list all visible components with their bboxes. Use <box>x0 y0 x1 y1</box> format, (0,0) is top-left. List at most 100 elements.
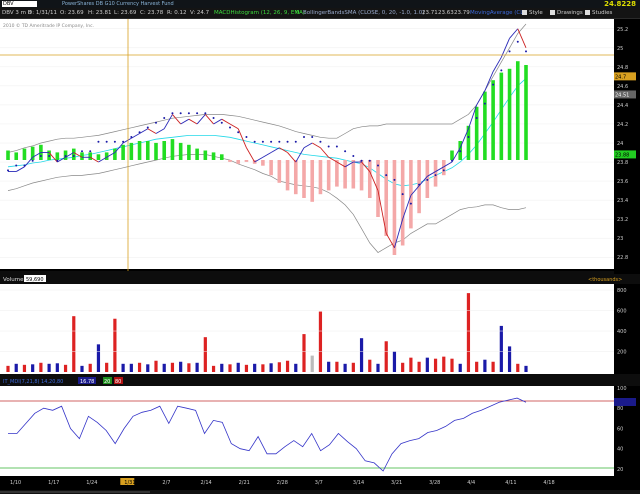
macd-bar <box>450 150 454 160</box>
volume-title: Volume <box>3 277 24 283</box>
os-level-value: 20 <box>104 379 110 385</box>
macd-bar <box>269 160 273 176</box>
oscillator-tick-label: 100 <box>617 386 627 392</box>
macd-bar <box>285 160 290 191</box>
price-tick-label: 24.4 <box>617 103 628 109</box>
psar-dot <box>492 83 495 86</box>
psar-dot <box>15 164 18 167</box>
macd-bar <box>121 144 125 160</box>
macd-bar <box>400 160 405 246</box>
price-tick-label: 23 <box>617 236 623 242</box>
psar-dot <box>360 159 363 162</box>
price-tag-label: 24.7 <box>615 74 626 80</box>
volume-tick-label: 800 <box>617 288 627 294</box>
psar-dot <box>187 112 190 115</box>
price-axis: 25.2 25 24.8 24.6 24.4 24.2 24 23.8 23.6 23.4 23.2… <box>614 19 640 271</box>
time-tick-label: 1/24 <box>86 480 97 486</box>
volume-bar <box>203 337 207 372</box>
psar-dot <box>319 140 322 143</box>
volume-bar <box>228 364 232 372</box>
price-tick-label: 24.8 <box>617 65 628 71</box>
macd-bar <box>145 141 150 160</box>
volume-bar <box>31 364 35 372</box>
scrollbar-thumb[interactable] <box>0 491 150 493</box>
psar-dot <box>146 126 149 129</box>
volume-bar <box>442 356 446 372</box>
psar-dot <box>48 155 51 158</box>
volume-value: 59,690 <box>26 277 44 283</box>
volume-bar <box>524 365 528 372</box>
psar-dot <box>122 140 125 143</box>
psar-dot <box>475 116 478 119</box>
macd-bar <box>30 146 35 160</box>
psar-dot <box>204 112 207 115</box>
volume-bar <box>39 362 43 372</box>
psar-dot <box>401 193 404 196</box>
volume-bar <box>47 363 51 372</box>
volume-bar <box>80 365 84 372</box>
macd-bar <box>129 142 134 160</box>
psar-dot <box>311 136 314 138</box>
psar-dot <box>516 40 519 43</box>
macd-bar <box>499 72 504 160</box>
time-tick-label: 3/21 <box>391 480 402 486</box>
volume-bar <box>88 363 92 372</box>
oscillator-axis: 100 80 60 40 20 <box>614 386 640 476</box>
psar-dot <box>352 155 355 158</box>
volume-bar <box>351 362 355 372</box>
psar-dot <box>220 121 223 124</box>
time-tick-label: 4/11 <box>505 480 516 486</box>
volume-bar <box>261 364 265 372</box>
psar-dot <box>56 159 59 162</box>
price-tick-label: 24.6 <box>617 84 628 90</box>
time-tick-label: 2/21 <box>239 480 250 486</box>
volume-bar <box>154 360 158 372</box>
volume-bar <box>368 359 372 372</box>
macd-bar <box>318 160 323 195</box>
psar-dot <box>97 140 100 143</box>
price-tick-label: 23.4 <box>617 198 628 204</box>
psar-dot <box>418 183 421 186</box>
volume-bar <box>137 362 142 372</box>
macd-bar <box>195 148 199 160</box>
volume-panel-bg <box>0 284 614 374</box>
volume-bar <box>211 365 216 372</box>
psar-dot <box>179 112 182 115</box>
psar-dot <box>261 140 264 143</box>
volume-bar <box>55 363 59 372</box>
time-tick-label: 3/28 <box>429 480 440 486</box>
volume-bar <box>187 363 191 372</box>
psar-dot <box>171 112 174 115</box>
volume-bar <box>253 363 257 372</box>
macd-bar <box>244 160 249 162</box>
volume-bar <box>294 363 298 372</box>
volume-bar <box>425 357 429 372</box>
psar-dot <box>385 174 388 177</box>
price-tick-label: 25 <box>617 46 623 52</box>
macd-bar <box>351 160 356 189</box>
volume-bar <box>14 363 18 372</box>
psar-dot <box>483 102 486 105</box>
volume-bar <box>63 364 68 372</box>
psar-dot <box>327 145 330 148</box>
macd-bar <box>96 154 101 160</box>
macd-bar <box>483 91 487 160</box>
volume-bar <box>318 311 323 372</box>
price-tick-label: 23.6 <box>617 179 628 185</box>
oscillator-label[interactable]: IT_MDI(7,21,8) 14,20,80 <box>3 379 63 385</box>
psar-dot <box>393 178 396 181</box>
volume-bar <box>179 361 183 372</box>
psar-dot <box>163 116 166 119</box>
psar-dot <box>237 131 240 134</box>
psar-dot <box>467 136 470 138</box>
psar-dot <box>459 150 462 153</box>
psar-dot <box>81 150 83 153</box>
macd-bar <box>343 160 347 189</box>
macd-bar <box>367 160 372 198</box>
chart-canvas[interactable]: 2010 © TD Ameritrade IP Company, Inc. 25… <box>0 0 640 494</box>
macd-bar <box>211 152 216 160</box>
oscillator-panel-bg <box>0 386 614 476</box>
panel-divider[interactable] <box>0 271 614 274</box>
volume-bar <box>335 361 339 372</box>
volume-units: <thousands> <box>588 277 622 283</box>
